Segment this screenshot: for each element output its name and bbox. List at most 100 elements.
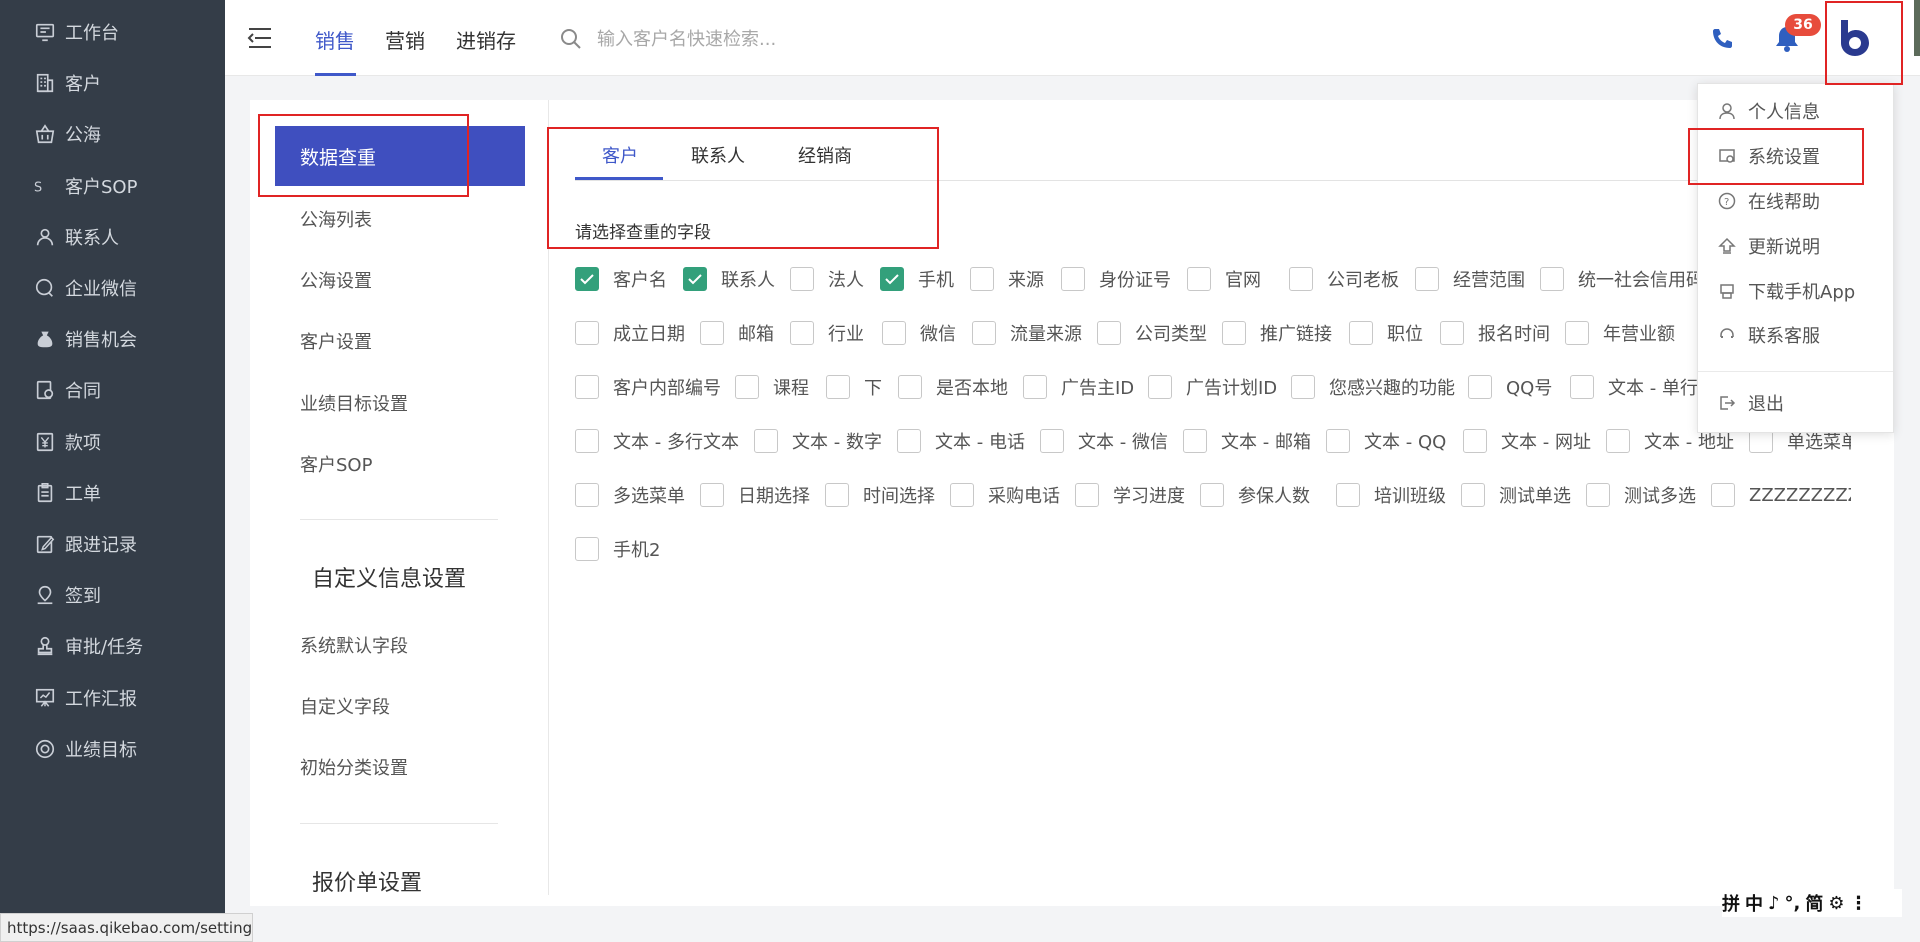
field-checkbox[interactable]: 文本 - 数字 <box>754 427 882 455</box>
checkmark-icon[interactable] <box>575 267 599 291</box>
dropdown-item[interactable]: 系统设置 <box>1698 138 1893 174</box>
left-menu-public-settings[interactable]: 公海设置 <box>300 267 372 293</box>
field-checkbox[interactable]: 邮箱 <box>700 319 774 347</box>
checkbox[interactable] <box>790 321 814 345</box>
checkbox[interactable] <box>1075 483 1099 507</box>
field-checkbox[interactable]: 培训班级 <box>1336 481 1446 509</box>
ime-button[interactable]: ♪ <box>1768 893 1780 914</box>
sidebar-item[interactable]: 客户 <box>0 63 225 103</box>
logout-button[interactable]: 退出 <box>1698 385 1893 421</box>
field-checkbox[interactable]: 成立日期 <box>575 319 685 347</box>
ime-button[interactable]: ⋮ <box>1849 893 1867 914</box>
field-checkbox[interactable]: 文本 - QQ <box>1326 427 1446 455</box>
user-avatar-logo[interactable] <box>1833 16 1875 58</box>
topnav-marketing[interactable]: 营销 <box>385 25 425 54</box>
dropdown-item[interactable]: 下载手机App <box>1698 273 1893 309</box>
field-checkbox[interactable]: 行业 <box>790 319 864 347</box>
field-checkbox[interactable]: 时间选择 <box>825 481 935 509</box>
field-checkbox[interactable]: 参保人数 <box>1200 481 1310 509</box>
field-checkbox[interactable]: 客户名 <box>575 265 667 293</box>
sidebar-item[interactable]: 签到 <box>0 575 225 615</box>
checkbox[interactable] <box>1148 375 1172 399</box>
checkbox[interactable] <box>1183 429 1207 453</box>
field-checkbox[interactable]: 测试单选 <box>1461 481 1571 509</box>
tab-contact[interactable]: 联系人 <box>691 142 745 168</box>
checkbox[interactable] <box>1440 321 1464 345</box>
left-menu-customer-settings[interactable]: 客户设置 <box>300 328 372 354</box>
checkbox[interactable] <box>826 375 850 399</box>
checkbox[interactable] <box>575 375 599 399</box>
checkbox[interactable] <box>575 483 599 507</box>
dropdown-item[interactable]: 更新说明 <box>1698 228 1893 264</box>
field-checkbox[interactable]: 下 <box>826 373 882 401</box>
tab-distributor[interactable]: 经销商 <box>798 142 852 168</box>
field-checkbox[interactable]: 法人 <box>790 265 864 293</box>
checkbox[interactable] <box>735 375 759 399</box>
phone-icon[interactable] <box>1710 27 1734 51</box>
field-checkbox[interactable]: 流量来源 <box>972 319 1082 347</box>
checkbox[interactable] <box>1349 321 1373 345</box>
checkbox[interactable] <box>972 321 996 345</box>
checkbox[interactable] <box>897 429 921 453</box>
field-checkbox[interactable]: 文本 - 电话 <box>897 427 1025 455</box>
ime-button[interactable]: ⚙ <box>1828 893 1844 914</box>
field-checkbox[interactable]: 日期选择 <box>700 481 810 509</box>
ime-button[interactable]: °, <box>1785 893 1801 914</box>
checkbox[interactable] <box>825 483 849 507</box>
sidebar-item[interactable]: 工作台 <box>0 12 225 52</box>
checkbox[interactable] <box>1187 267 1211 291</box>
field-checkbox[interactable]: 文本 - 多行文本 <box>575 427 739 455</box>
field-checkbox[interactable]: 手机 <box>880 265 954 293</box>
sidebar-item[interactable]: 工作汇报 <box>0 678 225 718</box>
checkbox[interactable] <box>1415 267 1439 291</box>
checkbox[interactable] <box>575 537 599 561</box>
sidebar-item[interactable]: 联系人 <box>0 217 225 257</box>
sidebar-item[interactable]: S 客户SOP <box>0 166 225 206</box>
checkbox[interactable] <box>1040 429 1064 453</box>
checkbox[interactable] <box>1606 429 1630 453</box>
checkbox[interactable] <box>1061 267 1085 291</box>
checkbox[interactable] <box>1336 483 1360 507</box>
field-checkbox[interactable]: 文本 - 邮箱 <box>1183 427 1311 455</box>
checkbox[interactable] <box>1289 267 1313 291</box>
checkbox[interactable] <box>1463 429 1487 453</box>
field-checkbox[interactable]: 来源 <box>970 265 1044 293</box>
customer-search-input[interactable] <box>597 22 977 56</box>
field-checkbox[interactable]: 是否本地 <box>898 373 1008 401</box>
field-checkbox[interactable]: 公司老板 <box>1289 265 1399 293</box>
left-menu-category-settings[interactable]: 初始分类设置 <box>300 754 408 780</box>
checkbox[interactable] <box>700 483 724 507</box>
checkbox[interactable] <box>575 321 599 345</box>
field-checkbox[interactable]: 公司类型 <box>1097 319 1207 347</box>
field-checkbox[interactable]: 客户内部编号 <box>575 373 721 401</box>
ime-button[interactable]: 简 <box>1805 890 1823 916</box>
field-checkbox[interactable]: 职位 <box>1349 319 1423 347</box>
field-checkbox[interactable]: QQ号 <box>1468 373 1552 401</box>
left-menu-public-list[interactable]: 公海列表 <box>300 206 372 232</box>
checkbox[interactable] <box>1586 483 1610 507</box>
dropdown-item[interactable]: 联系客服 <box>1698 317 1893 353</box>
checkbox[interactable] <box>1570 375 1594 399</box>
field-checkbox[interactable]: ZZZZZZZZZ <box>1711 481 1851 509</box>
field-checkbox[interactable]: 课程 <box>735 373 809 401</box>
checkbox[interactable] <box>1326 429 1350 453</box>
ime-button[interactable]: 拼 <box>1722 890 1740 916</box>
topnav-inventory[interactable]: 进销存 <box>456 25 516 54</box>
checkbox[interactable] <box>950 483 974 507</box>
checkmark-icon[interactable] <box>880 267 904 291</box>
field-checkbox[interactable]: 经营范围 <box>1415 265 1525 293</box>
checkbox[interactable] <box>1222 321 1246 345</box>
field-checkbox[interactable]: 测试多选 <box>1586 481 1696 509</box>
field-checkbox[interactable]: 年营业额 <box>1565 319 1675 347</box>
tab-customer[interactable]: 客户 <box>602 142 638 168</box>
checkbox[interactable] <box>1200 483 1224 507</box>
checkbox[interactable] <box>1461 483 1485 507</box>
field-checkbox[interactable]: 采购电话 <box>950 481 1060 509</box>
checkbox[interactable] <box>970 267 994 291</box>
sidebar-item[interactable]: 销售机会 <box>0 319 225 359</box>
topnav-sales[interactable]: 销售 <box>315 25 355 54</box>
checkbox[interactable] <box>1540 267 1564 291</box>
sidebar-item[interactable]: 审批/任务 <box>0 626 225 666</box>
left-menu-customer-sop[interactable]: 客户SOP <box>300 451 372 477</box>
field-checkbox[interactable]: 联系人 <box>683 265 775 293</box>
